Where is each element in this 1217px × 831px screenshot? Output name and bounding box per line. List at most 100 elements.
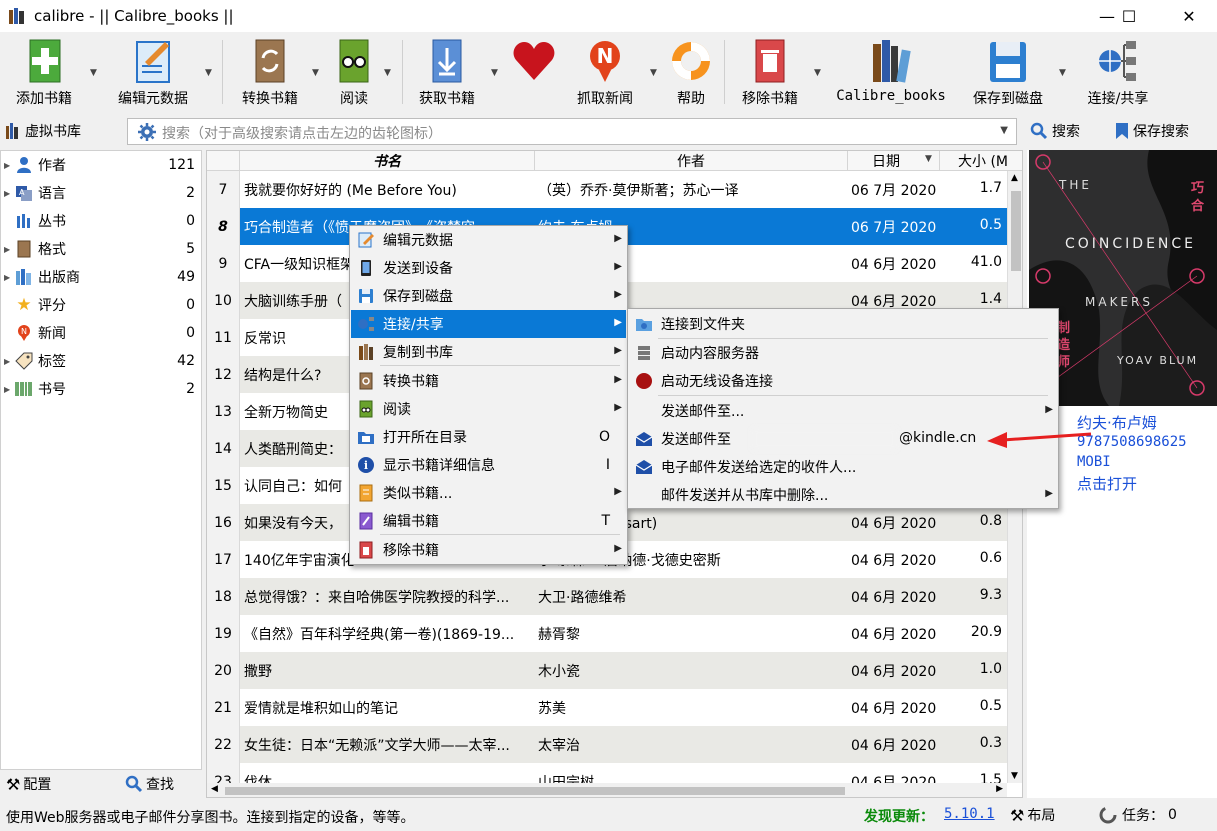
detail-path[interactable]: 点击打开 [1077, 473, 1137, 494]
expand-arrow-icon[interactable]: ▶ [1, 245, 13, 254]
author-cell: 赫胥黎 [538, 627, 580, 643]
help-button[interactable]: 帮助 [666, 36, 716, 110]
expand-arrow-icon[interactable]: ▶ [1, 273, 13, 282]
tag-browser-footer: ⚒ 配置 查找 [0, 770, 202, 798]
expand-arrow-icon[interactable]: ▶ [1, 357, 13, 366]
chevron-down-icon[interactable]: ▼ [491, 68, 498, 78]
scroll-left-icon[interactable]: ◀ [211, 784, 218, 794]
tag-browser-count: 0 [186, 297, 195, 313]
get-books-button[interactable]: 获取书籍 [414, 36, 480, 110]
size-cell: 41.0 [970, 254, 1002, 270]
submenu-item[interactable]: 启动无线设备连接 [629, 367, 1057, 395]
scrollbar-thumb[interactable] [1011, 191, 1021, 271]
find-button[interactable]: 查找 [125, 774, 174, 794]
context-menu-item[interactable]: 发送到设备 ▶ [351, 254, 626, 282]
scrollbar-thumb[interactable] [225, 787, 845, 795]
chevron-down-icon[interactable]: ▼ [90, 68, 97, 78]
horizontal-scrollbar[interactable]: ◀ ▶ [207, 783, 1007, 797]
convert-book-icon [255, 39, 285, 83]
submenu-item[interactable]: 连接到文件夹 [629, 310, 1057, 338]
tag-browser-item-publishers[interactable]: ▶ 出版商 49 [1, 263, 201, 291]
context-menu-item[interactable]: 转换书籍 ▶ [351, 367, 626, 395]
tag-browser-item-rating[interactable]: ★ 评分 0 [1, 291, 201, 319]
chevron-down-icon[interactable]: ▼ [205, 68, 212, 78]
context-menu-item[interactable]: 阅读 ▶ [351, 395, 626, 423]
table-row[interactable]: 20 撒野 木小瓷 04 6月 2020 1.0 [207, 652, 1007, 689]
date-cell: 06 7月 2020 [851, 183, 937, 199]
tag-browser-label: 书号 [38, 382, 66, 398]
expand-arrow-icon[interactable]: ▶ [1, 189, 13, 198]
submenu-item[interactable]: 启动内容服务器 [629, 339, 1057, 367]
convert-books-button[interactable]: 转换书籍 [234, 36, 306, 110]
donate-heart-button[interactable] [508, 36, 560, 110]
chevron-down-icon[interactable]: ▼ [384, 68, 391, 78]
column-header-title[interactable]: 书名 [240, 151, 535, 171]
layout-button[interactable]: ⚒ 布局 [1010, 805, 1055, 825]
saved-searches-button[interactable]: 保存搜索 [1115, 121, 1189, 141]
context-menu-item[interactable]: i 显示书籍详细信息 I [351, 451, 626, 479]
table-row[interactable]: 18 总觉得饿？：来自哈佛医学院教授的科学... 大卫·路德维希 04 6月 2020… [207, 578, 1007, 615]
floppy-icon [355, 286, 377, 306]
tag-browser-count: 121 [168, 157, 195, 173]
tag-browser-item-tags[interactable]: ▶ 标签 42 [1, 347, 201, 375]
search-input[interactable]: 搜索（对于高级搜索请点击左边的齿轮图标） ▼ [127, 118, 1017, 145]
expand-arrow-icon[interactable]: ▶ [1, 161, 13, 170]
folder-connect-icon [633, 314, 655, 334]
scroll-up-icon[interactable]: ▲ [1011, 173, 1018, 183]
detail-format[interactable]: MOBI [1077, 454, 1111, 470]
fetch-news-button[interactable]: N 抓取新闻 [572, 36, 638, 110]
context-menu-item[interactable]: 编辑书籍 T [351, 507, 626, 535]
virtual-library-button[interactable]: 虚拟书库 [6, 121, 81, 141]
close-button[interactable]: ✕ [1166, 0, 1212, 32]
tag-browser-item-languages[interactable]: ▶ A 语言 2 [1, 179, 201, 207]
tag-browser-item-authors[interactable]: ▶ 作者 121 [1, 151, 201, 179]
tag-browser-item-identifiers[interactable]: ▶ 书号 2 [1, 375, 201, 403]
add-books-button[interactable]: 添加书籍 [8, 36, 80, 110]
maximize-button[interactable]: ☐ [1106, 0, 1152, 32]
tag-browser-item-formats[interactable]: ▶ 格式 5 [1, 235, 201, 263]
tag-browser-item-news[interactable]: N 新闻 0 [1, 319, 201, 347]
tasks-count: 0 [1168, 807, 1177, 823]
table-row[interactable]: 7 我就要你好好的 (Me Before You) （英）乔乔·莫伊斯著；苏心一译 0… [207, 171, 1007, 208]
spinner-icon [1099, 806, 1117, 824]
chevron-down-icon[interactable]: ▼ [814, 68, 821, 78]
column-header-author[interactable]: 作者 [535, 151, 848, 171]
gear-icon[interactable] [138, 123, 156, 141]
tag-browser-item-series[interactable]: 丛书 0 [1, 207, 201, 235]
column-header-size[interactable]: 大小 (M [940, 151, 1022, 171]
view-button[interactable]: 阅读 [330, 36, 378, 110]
update-version-link[interactable]: 5.10.1 [944, 806, 995, 822]
edit-metadata-button[interactable]: 编辑元数据 [112, 36, 194, 110]
jobs-button[interactable]: 任务： 0 [1098, 805, 1177, 825]
remove-books-button[interactable]: 移除书籍 [734, 36, 806, 110]
search-button[interactable]: 搜索 [1030, 121, 1080, 141]
submenu-item[interactable]: 发送邮件至... ▶ [629, 397, 1057, 425]
table-row[interactable]: 21 爱情就是堆积如山的笔记 苏美 04 6月 2020 0.5 [207, 689, 1007, 726]
context-menu-item[interactable]: 编辑元数据 ▶ [351, 226, 626, 254]
submenu-item[interactable]: 电子邮件发送给选定的收件人... [629, 453, 1057, 481]
table-row[interactable]: 22 女生徒：日本“无赖派”文学大师——太宰... 太宰治 04 6月 2020 0.3 [207, 726, 1007, 763]
chevron-down-icon[interactable]: ▼ [1059, 68, 1066, 78]
toolbar-separator [402, 40, 403, 104]
context-menu-item[interactable]: 移除书籍 ▶ [351, 536, 626, 564]
tag-browser-label: 格式 [38, 242, 66, 258]
save-to-disk-button[interactable]: 保存到磁盘 [966, 36, 1050, 110]
table-row[interactable]: 19 《自然》百年科学经典(第一卷)(1869-19... 赫胥黎 04 6月 202… [207, 615, 1007, 652]
mail-icon [633, 457, 655, 477]
context-menu-item[interactable]: 复制到书库 ▶ [351, 338, 626, 366]
library-button[interactable]: Calibre_books [836, 36, 946, 110]
context-menu-item[interactable]: 打开所在目录 O [351, 423, 626, 451]
context-menu-item[interactable]: 连接/共享 ▶ [351, 310, 626, 338]
context-menu-item[interactable]: 保存到磁盘 ▶ [351, 282, 626, 310]
expand-arrow-icon[interactable]: ▶ [1, 385, 13, 394]
submenu-item[interactable]: 邮件发送并从书库中删除... ▶ [629, 481, 1057, 509]
configure-button[interactable]: ⚒ 配置 [6, 774, 51, 794]
scroll-right-icon[interactable]: ▶ [996, 784, 1003, 794]
context-menu-item[interactable]: 类似书籍... ▶ [351, 479, 626, 507]
scroll-down-icon[interactable]: ▼ [1011, 771, 1018, 781]
chevron-down-icon[interactable]: ▼ [650, 68, 657, 78]
saved-searches-label: 保存搜索 [1133, 124, 1189, 140]
chevron-down-icon[interactable]: ▼ [1000, 125, 1008, 136]
connect-share-button[interactable]: 连接/共享 [1080, 36, 1156, 110]
chevron-down-icon[interactable]: ▼ [312, 68, 319, 78]
